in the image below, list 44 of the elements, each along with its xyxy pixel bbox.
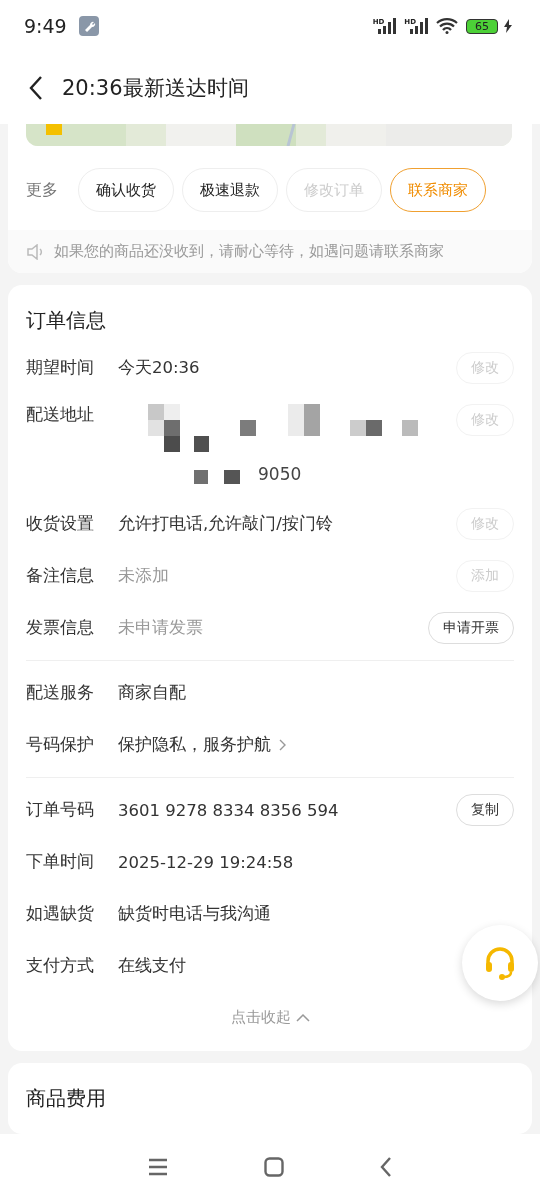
- wifi-icon: [436, 18, 458, 34]
- field-value: 缺货时电话与我沟通: [118, 903, 271, 925]
- address-text: 9050: [258, 464, 302, 484]
- field-value: 2025-12-29 19:24:58: [118, 852, 294, 872]
- field-value: 3601 9278 8334 8356 594: [118, 800, 339, 820]
- notice-text: 如果您的商品还没收到，请耐心等待，如遇问题请联系商家: [54, 242, 444, 261]
- charging-icon: [504, 19, 512, 33]
- field-label: 配送地址: [26, 404, 95, 426]
- action-button[interactable]: 极速退款: [182, 168, 278, 212]
- section-title: 订单信息: [26, 307, 107, 334]
- field-label: 下单时间: [26, 851, 95, 873]
- field-label: 收货设置: [26, 513, 95, 535]
- status-time: 9:49: [24, 15, 67, 37]
- chevron-right-icon[interactable]: [279, 739, 286, 751]
- action-button[interactable]: 联系商家: [390, 168, 486, 212]
- field-label: 配送服务: [26, 682, 95, 704]
- row-action-button[interactable]: 申请开票: [428, 612, 514, 644]
- field-value: 商家自配: [118, 682, 186, 704]
- menu-icon[interactable]: [148, 1158, 168, 1176]
- row-action-button[interactable]: 复制: [456, 794, 514, 826]
- field-label: 备注信息: [26, 565, 95, 587]
- field-value: 今天20:36: [118, 357, 200, 379]
- wrench-icon: [78, 16, 99, 36]
- field-label: 如遇缺货: [26, 903, 95, 925]
- field-value: 未添加: [118, 565, 169, 587]
- field-value: 保护隐私，服务护航: [118, 734, 271, 756]
- field-label: 发票信息: [26, 617, 95, 639]
- field-value: 允许打电话,允许敲门/按门铃: [118, 513, 333, 535]
- field-label: 期望时间: [26, 357, 95, 379]
- collapse-link[interactable]: 点击收起: [230, 1008, 291, 1027]
- section-title: 商品费用: [26, 1085, 107, 1112]
- back-icon[interactable]: [28, 75, 44, 101]
- field-label: 订单号码: [26, 799, 95, 821]
- field-label: 号码保护: [26, 734, 95, 756]
- field-value: 在线支付: [118, 955, 186, 977]
- more-label: 更多: [26, 179, 58, 201]
- battery-indicator: 65: [466, 18, 498, 34]
- field-label: 支付方式: [26, 955, 95, 977]
- page-title: 20:36最新送达时间: [62, 75, 249, 102]
- speaker-icon: [26, 243, 44, 260]
- caret-up-icon[interactable]: [295, 1013, 310, 1022]
- field-value: 未申请发票: [118, 617, 203, 639]
- home-icon[interactable]: [264, 1157, 284, 1177]
- action-button[interactable]: 确认收货: [78, 168, 174, 212]
